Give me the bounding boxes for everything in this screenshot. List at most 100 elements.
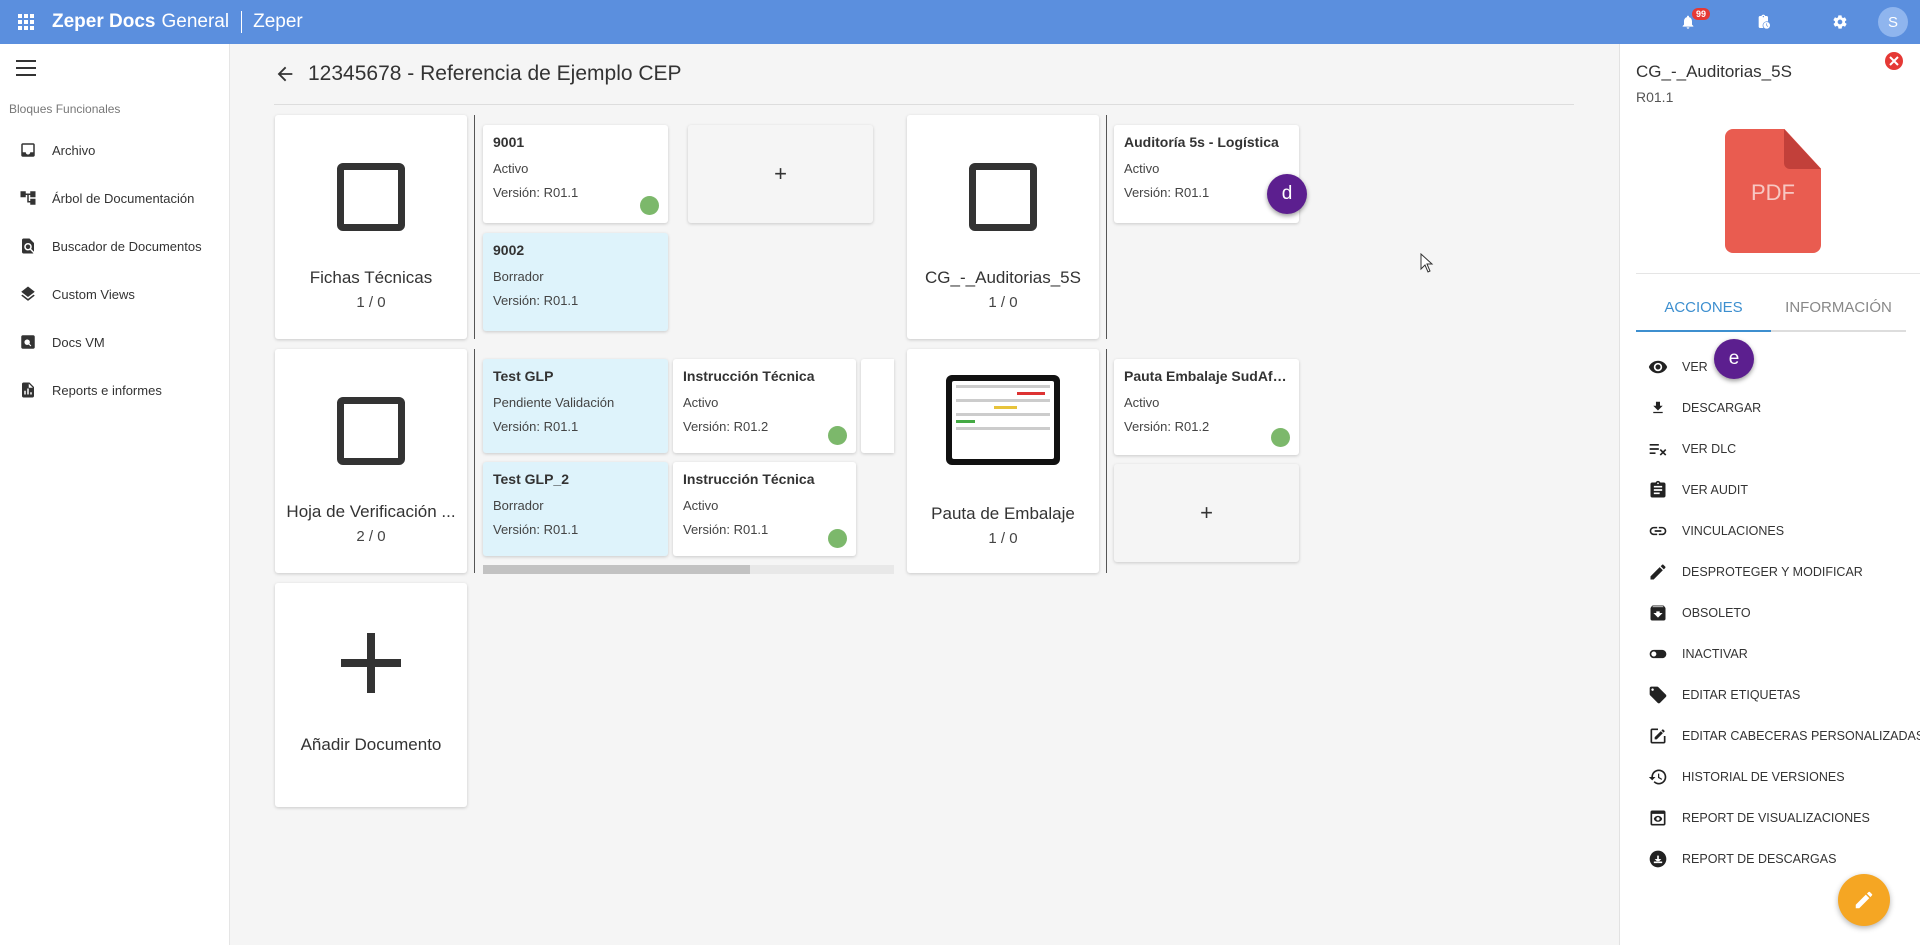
panel-title: CG_-_Auditorias_5S [1636,62,1792,81]
action-label: VINCULACIONES [1682,523,1785,538]
sidebar-section-title: Bloques Funcionales [9,102,121,116]
block-divider [1106,115,1107,339]
doc-card-9001[interactable]: 9001 Activo Versión: R01.1 [483,125,668,223]
action-label: VER [1682,359,1708,374]
sidebar-item-label: Custom Views [52,286,135,302]
app-brand[interactable]: Zeper Docs General Zeper [52,11,303,33]
close-icon [1889,56,1899,66]
action-label: INACTIVAR [1682,646,1748,661]
top-bar: Zeper Docs General Zeper 99 S [0,0,1920,44]
block-name: Fichas Técnicas [309,268,433,287]
edit-box-icon [1648,726,1668,746]
clipboard-icon [1648,480,1668,500]
sidebar-item-label: Docs VM [52,334,105,350]
inbox-icon [18,140,38,160]
action-descargar[interactable]: DESCARGAR [1620,387,1920,428]
action-report-descargas[interactable]: REPORT DE DESCARGAS [1620,838,1920,879]
panel-divider [1636,273,1920,274]
actions-list: VER DESCARGAR VER DLC VER AUDIT VINCULAC… [1620,346,1920,879]
report-icon [18,380,38,400]
doc-name: 9001 [493,134,525,150]
block-hoja-verificacion[interactable]: Hoja de Verificación ... 2 / 0 [275,349,467,573]
doc-status: Activo [1124,395,1160,410]
pdf-file-icon[interactable]: PDF [1715,118,1825,260]
action-label: VER DLC [1682,441,1737,456]
block-count: 1 / 0 [988,294,1018,311]
sidebar-item-label: Archivo [52,142,96,158]
doc-card-auditoria-5s[interactable]: Auditoría 5s - Logística Activo Versión:… [1114,125,1299,223]
horizontal-scrollbar[interactable] [483,565,894,574]
close-panel-button[interactable] [1885,52,1903,70]
tags-icon [1648,685,1668,705]
layers-icon [18,284,38,304]
action-historial[interactable]: HISTORIAL DE VERSIONES [1620,756,1920,797]
download-circle-icon [1648,849,1668,869]
edit-note-icon [1855,891,1873,909]
sidebar-item-reports[interactable]: Reports e informes [0,366,229,414]
action-obsoleto[interactable]: OBSOLETO [1620,592,1920,633]
tasks-button[interactable] [1726,0,1802,44]
add-document-block[interactable]: Añadir Documento [275,583,467,807]
action-vinculaciones[interactable]: VINCULACIONES [1620,510,1920,551]
action-desproteger[interactable]: DESPROTEGER Y MODIFICAR [1620,551,1920,592]
title-divider [274,104,1574,105]
block-cg-auditorias[interactable]: CG_-_Auditorias_5S 1 / 0 [907,115,1099,339]
doc-card-pauta-embalaje[interactable]: Pauta Embalaje SudAfri... Activo Versión… [1114,359,1299,455]
doc-version: Versión: R01.1 [493,522,579,537]
sidebar-item-custom-views[interactable]: Custom Views [0,270,229,318]
sidebar: Bloques Funcionales Archivo Árbol de Doc… [0,44,230,945]
pencil-icon [1648,562,1668,582]
status-dot [640,196,659,215]
action-ver-dlc[interactable]: VER DLC [1620,428,1920,469]
action-report-visualizaciones[interactable]: REPORT DE VISUALIZACIONES [1620,797,1920,838]
action-label: VER AUDIT [1682,482,1748,497]
sidebar-item-archivo[interactable]: Archivo [0,126,229,174]
doc-card-9002[interactable]: 9002 Borrador Versión: R01.1 [483,233,668,331]
sidebar-item-docs-vm[interactable]: Docs VM [0,318,229,366]
action-ver[interactable]: VER [1620,346,1920,387]
block-fichas-tecnicas[interactable]: Fichas Técnicas 1 / 0 [275,115,467,339]
doc-card-instruccion-tecnica-2[interactable]: Instrucción Técnica Activo Versión: R01.… [673,462,856,556]
action-inactivar[interactable]: INACTIVAR [1620,633,1920,674]
doc-card-test-glp-2[interactable]: Test GLP_2 Borrador Versión: R01.1 [483,462,668,556]
settings-button[interactable] [1802,0,1878,44]
doc-version: Versión: R01.1 [683,522,769,537]
tab-acciones[interactable]: ACCIONES [1636,286,1771,332]
block-pauta-embalaje[interactable]: Pauta de Embalaje 1 / 0 [907,349,1099,573]
doc-version: Versión: R01.1 [493,419,579,434]
action-editar-cabeceras[interactable]: EDITAR CABECERAS PERSONALIZADAS [1620,715,1920,756]
add-doc-button[interactable]: + [688,125,873,223]
block-divider [474,349,475,573]
action-editar-etiquetas[interactable]: EDITAR ETIQUETAS [1620,674,1920,715]
feedback-fab-button[interactable] [1838,874,1890,926]
view-report-icon [1648,808,1668,828]
apps-grid-icon[interactable] [0,0,52,44]
sidebar-item-buscador[interactable]: Buscador de Documentos [0,222,229,270]
block-name: CG_-_Auditorias_5S [925,268,1081,287]
doc-card-instruccion-tecnica[interactable]: Instrucción Técnica Activo Versión: R01.… [673,359,856,453]
notifications-button[interactable]: 99 [1650,0,1726,44]
hamburger-menu-icon[interactable] [16,60,36,76]
scrollbar-thumb[interactable] [483,565,751,574]
block-count: 1 / 0 [356,294,386,311]
user-avatar[interactable]: S [1878,7,1908,37]
back-arrow-icon[interactable] [274,63,296,85]
doc-status: Activo [493,161,529,176]
action-label: DESPROTEGER Y MODIFICAR [1682,564,1863,579]
doc-card-test-glp[interactable]: Test GLP Pendiente Validación Versión: R… [483,359,668,453]
sidebar-item-label: Buscador de Documentos [52,238,202,254]
action-ver-audit[interactable]: VER AUDIT [1620,469,1920,510]
doc-status: Borrador [493,498,544,513]
action-label: EDITAR CABECERAS PERSONALIZADAS [1682,728,1920,743]
sidebar-item-arbol[interactable]: Árbol de Documentación [0,174,229,222]
doc-card-overflow[interactable] [861,359,894,453]
doc-status: Activo [1124,161,1160,176]
doc-version: Versión: R01.1 [493,293,579,308]
sidebar-item-label: Reports e informes [52,382,162,398]
eye-icon [1648,357,1668,377]
add-doc-button[interactable]: + [1114,464,1299,562]
marker-e: e [1714,339,1754,379]
panel-tabs: ACCIONES INFORMACIÓN [1636,286,1906,332]
doc-name: 9002 [493,242,525,258]
tab-informacion[interactable]: INFORMACIÓN [1771,286,1906,332]
